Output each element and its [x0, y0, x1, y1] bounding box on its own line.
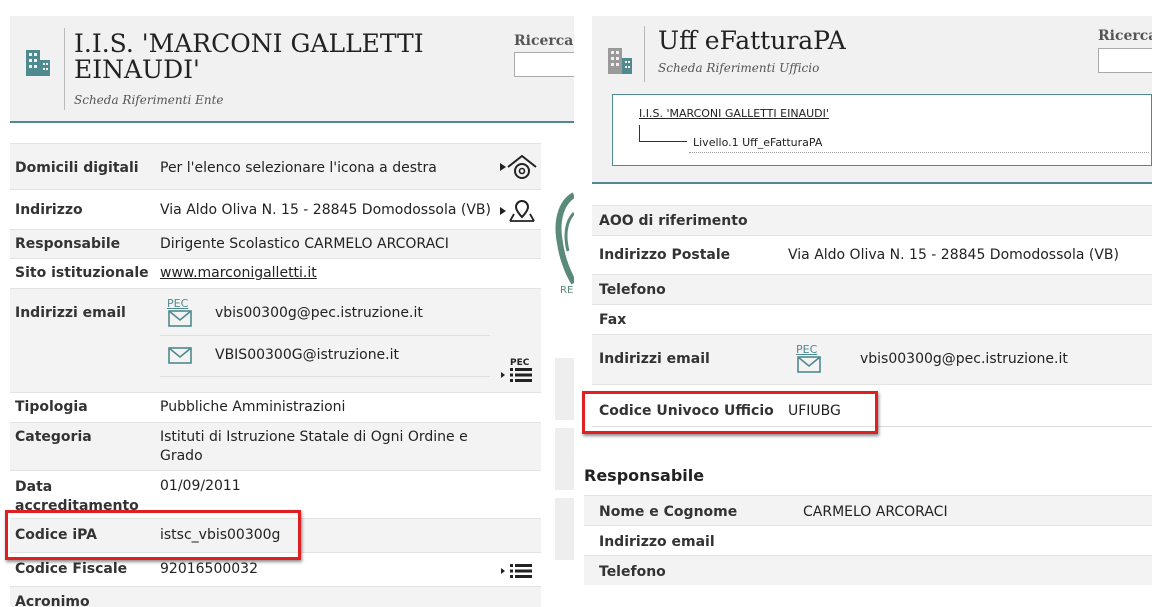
envelope-icon — [168, 347, 192, 364]
side-strip — [555, 428, 574, 490]
row-responsabile: Responsabile Dirigente Scolastico CARMEL… — [10, 229, 541, 258]
page-subtitle: Scheda Riferimenti Ufficio — [658, 61, 820, 75]
row-indirizzo-postale: Indirizzo Postale Via Aldo Oliva N. 15 -… — [592, 235, 1152, 274]
row-label: Telefono — [599, 564, 666, 580]
row-label: Responsabile — [15, 236, 121, 252]
email-divider — [160, 335, 490, 336]
peo-email: VBIS00300G@istruzione.it — [215, 347, 400, 363]
pec-tag: PEC — [167, 297, 189, 310]
search-label: Ricerca n — [514, 33, 574, 49]
row-indirizzo: Indirizzo Via Aldo Oliva N. 15 - 28845 D… — [10, 189, 541, 229]
emblem-partial-icon: RE — [552, 143, 574, 313]
svg-text:RE: RE — [560, 285, 573, 296]
website-link[interactable]: www.marconigalletti.it — [160, 265, 317, 281]
row-label: Indirizzo — [15, 202, 83, 218]
row-telefono: Telefono — [592, 274, 1152, 304]
row-telefono-responsabile: Telefono — [584, 555, 1152, 585]
row-aoo: AOO di riferimento — [592, 205, 1152, 235]
row-label: Indirizzi email — [15, 305, 126, 321]
row-value: 01/09/2011 — [160, 478, 241, 494]
header-divider — [64, 28, 65, 110]
row-label: Tipologia — [15, 399, 88, 415]
row-nome-cognome: Nome e Cognome CARMELO ARCORACI — [584, 495, 1152, 525]
side-strip — [555, 358, 574, 420]
envelope-icon — [168, 310, 192, 327]
header-underline — [592, 182, 1152, 184]
search-input[interactable] — [514, 52, 574, 77]
row-label: Indirizzo email — [599, 534, 715, 550]
row-sito: Sito istituzionale www.marconigalletti.i… — [10, 258, 541, 288]
search-label: Ricerca n — [1098, 28, 1152, 44]
ufficio-header: Uff eFatturaPA Scheda Riferimenti Uffici… — [592, 16, 1152, 184]
highlight-codice-ipa — [5, 510, 301, 560]
row-domicili: Domicili digitali Per l'elenco seleziona… — [10, 143, 541, 189]
map-pin-icon[interactable] — [498, 198, 538, 224]
row-label: Nome e Cognome — [599, 504, 738, 520]
row-value: Per l'elenco selezionare l'icona a destr… — [160, 160, 437, 176]
tree-connector — [639, 125, 640, 142]
row-fax: Fax — [592, 304, 1152, 334]
tree-connector — [639, 141, 687, 142]
row-label: Sito istituzionale — [15, 265, 149, 281]
row-label: Indirizzi email — [599, 351, 710, 367]
ente-header: I.I.S. 'MARCONI GALLETTI EINAUDI' Scheda… — [10, 16, 574, 123]
row-value: Dirigente Scolastico CARMELO ARCORACI — [160, 236, 449, 252]
office-tree: I.I.S. 'MARCONI GALLETTI EINAUDI' Livell… — [612, 94, 1152, 166]
page-title: I.I.S. 'MARCONI GALLETTI EINAUDI' — [74, 29, 424, 84]
row-indirizzo-email: Indirizzo email — [584, 525, 1152, 555]
pec-list-icon[interactable]: PEC — [500, 358, 534, 384]
row-label: Fax — [599, 312, 627, 328]
list-icon — [501, 368, 532, 382]
search-input[interactable] — [1098, 48, 1152, 73]
row-categoria: Categoria Istituti di Istruzione Statale… — [10, 422, 541, 470]
row-value: Istituti di Istruzione Statale di Ogni O… — [160, 429, 468, 464]
building-icon — [608, 48, 632, 74]
pec-email: vbis00300g@pec.istruzione.it — [215, 305, 423, 321]
page-subtitle: Scheda Riferimenti Ente — [74, 93, 224, 107]
row-label: Acronimo — [15, 594, 90, 607]
row-tipologia: Tipologia Pubbliche Amministrazioni — [10, 392, 541, 422]
row-value: 92016500032 — [160, 561, 258, 577]
envelope-icon — [797, 356, 821, 373]
row-value: Via Aldo Oliva N. 15 - 28845 Domodossola… — [160, 202, 491, 218]
row-label: Telefono — [599, 282, 666, 298]
building-icon — [26, 50, 50, 76]
pec-email: vbis00300g@pec.istruzione.it — [860, 351, 1068, 367]
tree-root-link[interactable]: I.I.S. 'MARCONI GALLETTI EINAUDI' — [639, 107, 829, 120]
row-email: Indirizzi email PEC vbis00300g@pec.istru… — [10, 288, 541, 392]
header-divider — [644, 26, 645, 82]
domicili-digitali-icon[interactable] — [498, 153, 538, 181]
page-title: Uff eFatturaPA — [658, 26, 846, 55]
row-label: Codice Fiscale — [15, 561, 128, 577]
row-label: Indirizzo Postale — [599, 247, 731, 263]
tree-dotted-line — [689, 152, 1149, 153]
ente-panel: I.I.S. 'MARCONI GALLETTI EINAUDI' Scheda… — [0, 0, 574, 607]
section-title-responsabile: Responsabile — [584, 466, 705, 485]
ufficio-panel: Uff eFatturaPA Scheda Riferimenti Uffici… — [574, 0, 1152, 607]
list-icon[interactable] — [500, 563, 534, 579]
pec-tag: PEC — [796, 343, 818, 356]
highlight-codice-univoco — [582, 391, 878, 434]
row-acronimo: Acronimo — [10, 586, 541, 607]
side-strip — [555, 498, 574, 560]
tree-level-item[interactable]: Livello.1 Uff_eFatturaPA — [693, 136, 822, 149]
row-value: CARMELO ARCORACI — [803, 504, 948, 520]
email-divider — [160, 376, 490, 377]
row-label: Domicili digitali — [15, 160, 139, 176]
row-value: Via Aldo Oliva N. 15 - 28845 Domodossola… — [788, 247, 1119, 263]
row-value: Pubbliche Amministrazioni — [160, 399, 346, 415]
row-email: Indirizzi email PEC vbis00300g@pec.istru… — [592, 334, 1152, 384]
row-label: AOO di riferimento — [599, 213, 748, 229]
row-label: Categoria — [15, 429, 92, 445]
